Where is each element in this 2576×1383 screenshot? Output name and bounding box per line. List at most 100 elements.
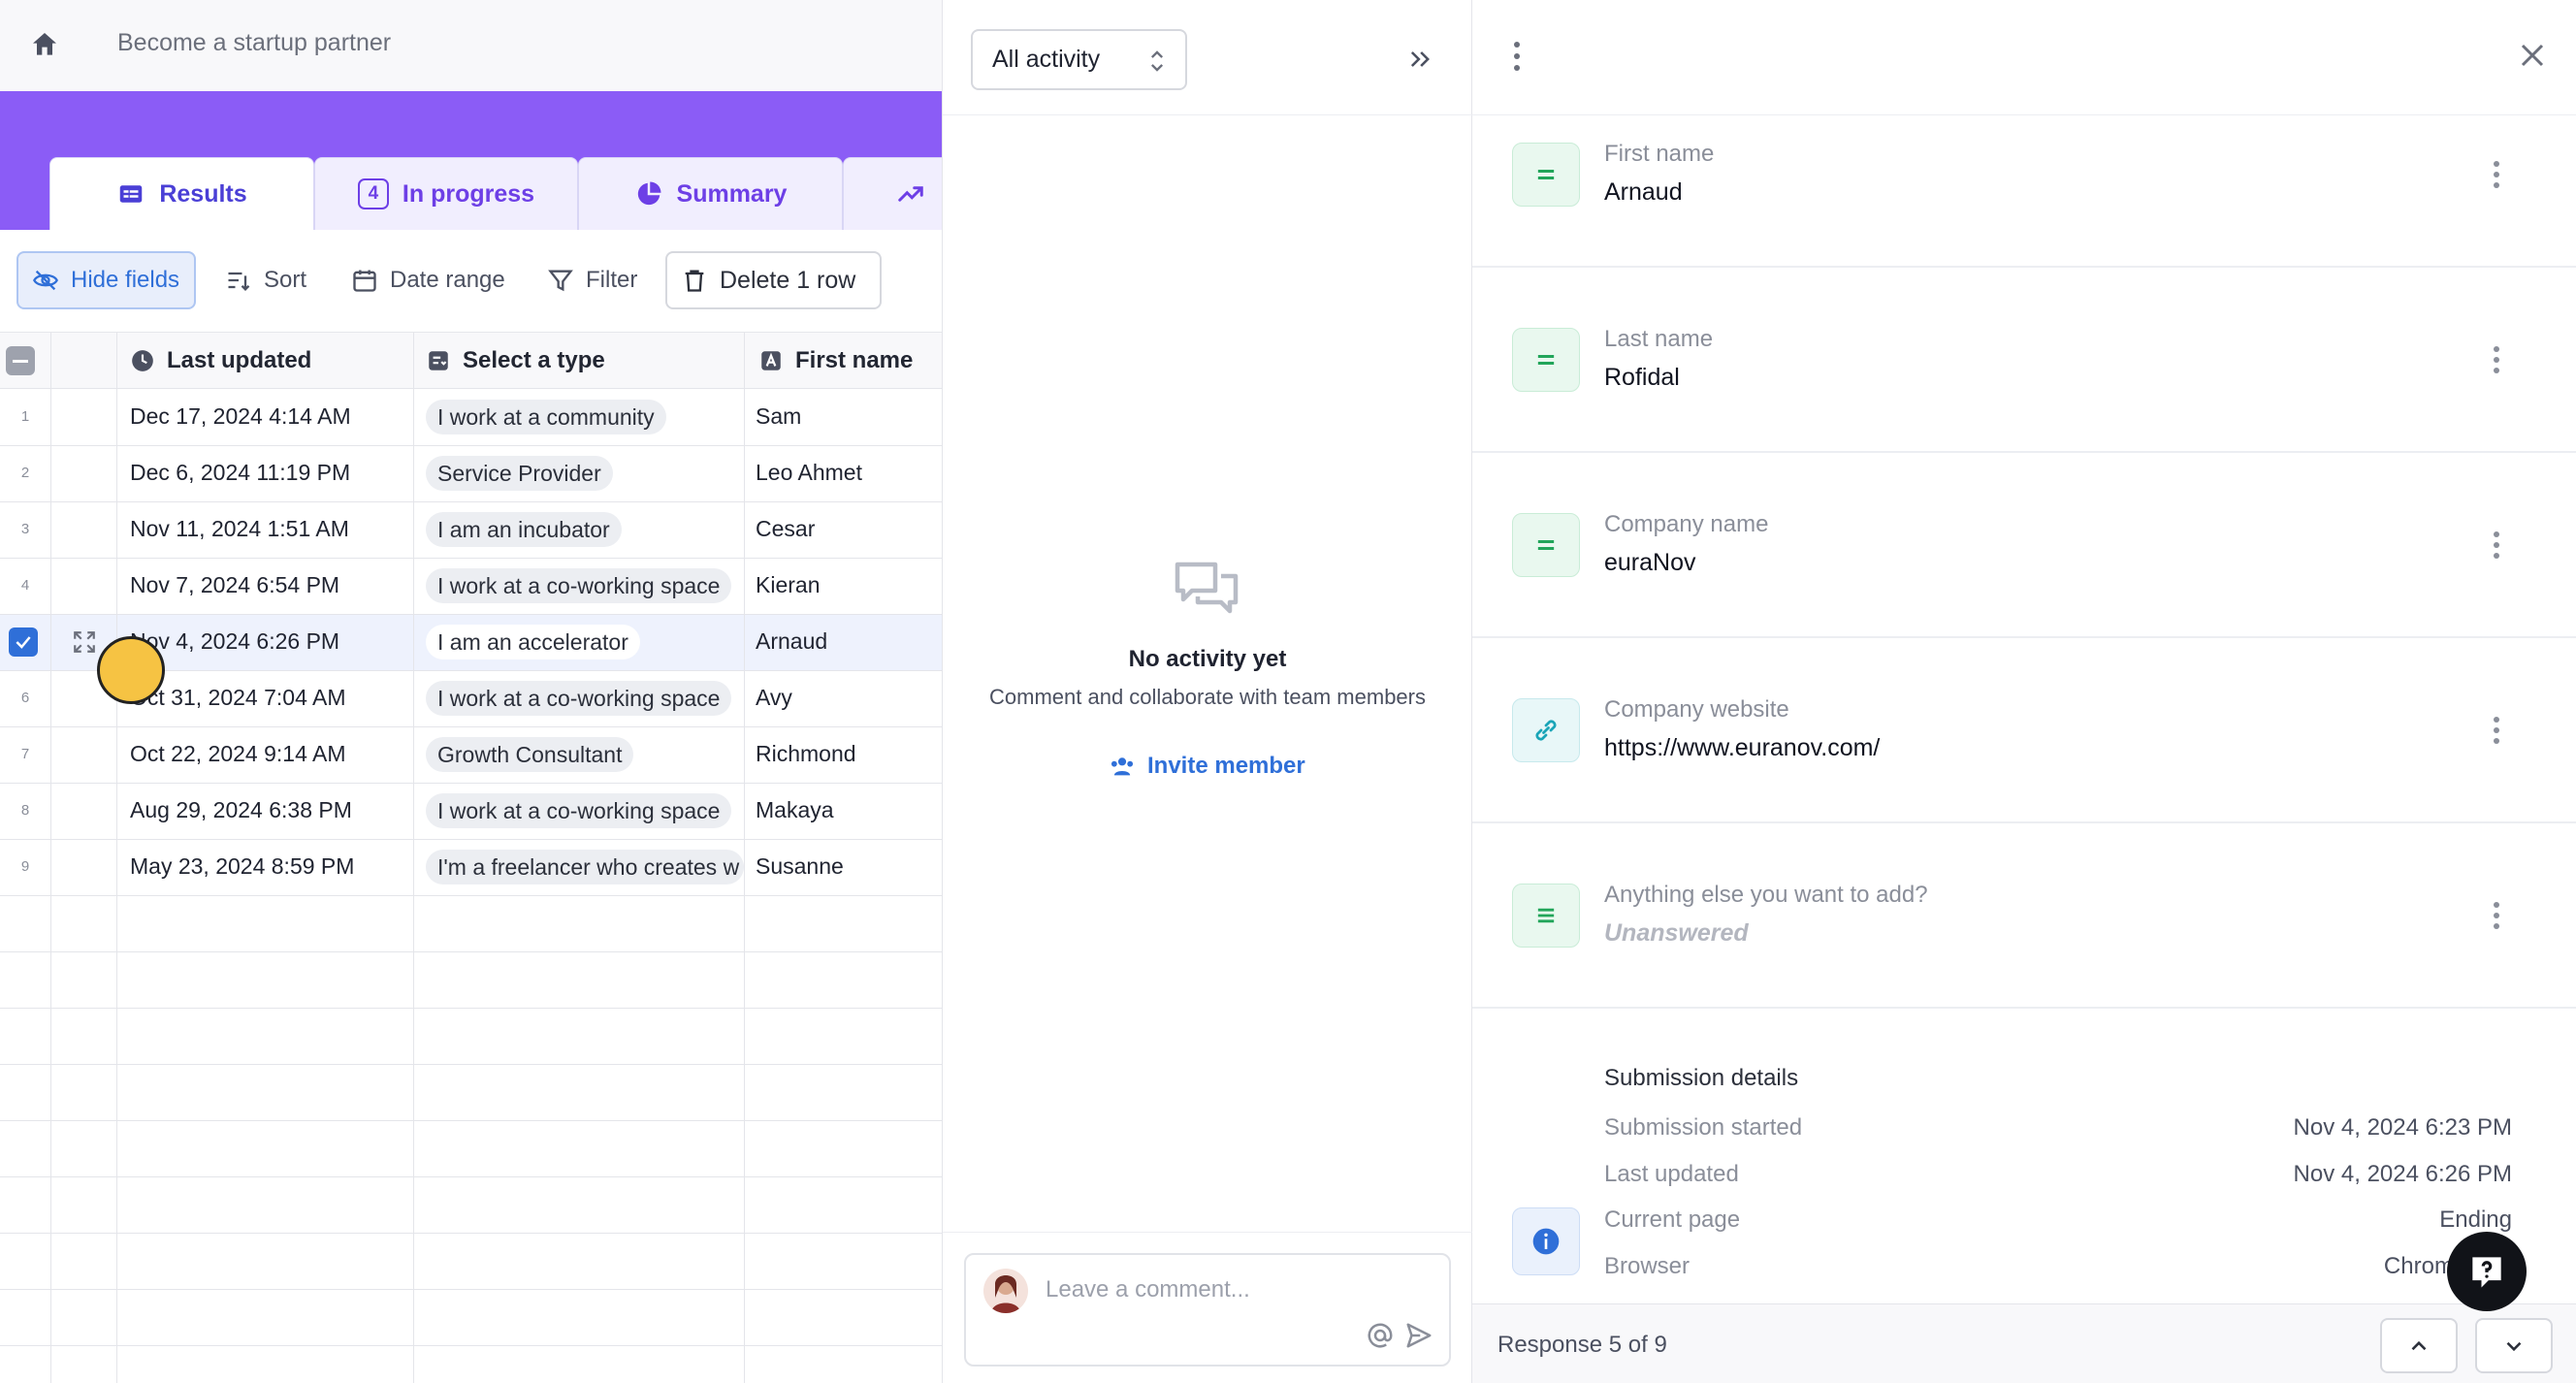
field-company-website: Company website https://www.euranov.com/ — [1472, 638, 2576, 823]
chevron-up-icon — [2411, 1340, 2427, 1350]
first-name-cell: Leo Ahmet — [756, 460, 862, 485]
filter-button[interactable]: Filter — [533, 251, 651, 309]
more-vertical-icon[interactable] — [2493, 345, 2500, 374]
table-row[interactable]: 8 Aug 29, 2024 6:38 PM I work at a co-wo… — [0, 783, 942, 839]
date-range-label: Date range — [390, 267, 505, 293]
table-row[interactable]: 4 Nov 7, 2024 6:54 PM I work at a co-wor… — [0, 558, 942, 614]
activity-filter-select[interactable]: All activity — [971, 29, 1187, 90]
column-header-label: Select a type — [463, 347, 605, 373]
expand-row-icon[interactable] — [72, 629, 97, 655]
home-icon[interactable] — [29, 29, 60, 60]
table-row[interactable]: 2 Dec 6, 2024 11:19 PM Service Provider … — [0, 445, 942, 501]
more-vertical-icon[interactable] — [2493, 160, 2500, 189]
tab-results[interactable]: Results — [49, 157, 314, 230]
hide-fields-label: Hide fields — [71, 267, 180, 293]
detail-label: Last updated — [1604, 1161, 1739, 1187]
row-number: 4 — [20, 577, 30, 594]
table-row[interactable]: 9 May 23, 2024 8:59 PM I'm a freelancer … — [0, 839, 942, 895]
type-pill: I work at a community — [426, 400, 666, 434]
link-icon — [1512, 698, 1580, 762]
tab-summary[interactable]: Summary — [578, 157, 843, 230]
last-updated-cell: Nov 11, 2024 1:51 AM — [130, 516, 349, 541]
breadcrumb[interactable]: Become a startup partner — [117, 29, 391, 57]
text-lines-icon — [1512, 884, 1580, 948]
row-number: 9 — [20, 858, 30, 875]
first-name-cell: Susanne — [756, 853, 844, 879]
top-bar: Become a startup partner — [0, 0, 942, 91]
grid-line — [0, 445, 942, 446]
divider — [943, 1232, 1472, 1233]
more-vertical-icon[interactable] — [2493, 531, 2500, 560]
activity-pane: All activity No activity yet Comment and… — [942, 0, 1472, 1383]
response-footer: Response 5 of 9 — [1472, 1303, 2576, 1383]
results-table: Last updated Select a type First name 1 … — [0, 333, 942, 1383]
equals-icon — [1512, 513, 1580, 577]
filter-label: Filter — [586, 267, 638, 293]
table-row[interactable]: 3 Nov 11, 2024 1:51 AM I am an incubator… — [0, 501, 942, 558]
results-pane: Become a startup partner Results 4 In pr… — [0, 0, 942, 1383]
users-icon — [1111, 757, 1134, 776]
field-value: Arnaud — [1604, 178, 1683, 206]
row-number: 7 — [20, 746, 30, 762]
close-icon[interactable] — [2518, 41, 2547, 70]
equals-icon — [1512, 143, 1580, 207]
column-last-updated[interactable]: Last updated — [130, 333, 311, 389]
check-icon — [16, 636, 31, 649]
count-badge: 4 — [357, 178, 389, 209]
filter-icon — [548, 270, 573, 292]
eye-off-icon — [33, 270, 58, 291]
first-name-cell: Sam — [756, 403, 802, 429]
grid-line — [0, 783, 942, 784]
type-pill: I am an accelerator — [426, 625, 640, 659]
chevrons-right-icon[interactable] — [1406, 46, 1433, 73]
table-row[interactable]: 1 Dec 17, 2024 4:14 AM I work at a commu… — [0, 389, 942, 445]
tab-insights[interactable] — [843, 157, 942, 230]
comment-input[interactable]: Leave a comment... — [1046, 1276, 1250, 1303]
grid-line — [0, 726, 942, 727]
more-vertical-icon[interactable] — [2493, 716, 2500, 745]
tab-in-progress[interactable]: 4 In progress — [314, 157, 578, 230]
row-number: 2 — [20, 465, 30, 481]
field-value-link[interactable]: https://www.euranov.com/ — [1604, 734, 1880, 762]
last-updated-cell: Nov 7, 2024 6:54 PM — [130, 572, 340, 597]
table-row[interactable]: 7 Oct 22, 2024 9:14 AM Growth Consultant… — [0, 726, 942, 783]
delete-row-button[interactable]: Delete 1 row — [665, 251, 882, 309]
column-select-type[interactable]: Select a type — [426, 333, 605, 389]
help-button[interactable] — [2447, 1232, 2527, 1311]
sort-button[interactable]: Sort — [211, 251, 320, 309]
mention-icon[interactable] — [1366, 1321, 1395, 1350]
sort-icon — [228, 272, 250, 291]
last-updated-cell: Oct 22, 2024 9:14 AM — [130, 741, 346, 766]
select-all-checkbox[interactable] — [6, 333, 35, 389]
type-pill: Growth Consultant — [426, 737, 634, 772]
table-icon — [120, 185, 143, 203]
invite-member-button[interactable]: Invite member — [1109, 753, 1305, 780]
column-header-label: First name — [795, 347, 914, 373]
grid-line — [0, 614, 942, 615]
date-range-button[interactable]: Date range — [338, 251, 519, 309]
row-checkbox[interactable] — [9, 627, 38, 657]
info-icon — [1512, 1207, 1580, 1275]
more-vertical-icon[interactable] — [1513, 41, 1521, 72]
send-icon[interactable] — [1404, 1321, 1433, 1350]
column-header-label: Last updated — [167, 347, 312, 373]
last-updated-cell: Aug 29, 2024 6:38 PM — [130, 797, 352, 822]
row-number: 6 — [20, 690, 30, 706]
column-first-name[interactable]: First name — [758, 333, 913, 389]
grid-line — [0, 1233, 942, 1234]
clock-icon — [132, 350, 153, 371]
response-counter: Response 5 of 9 — [1497, 1332, 1667, 1358]
detail-label: Current page — [1604, 1206, 1741, 1233]
more-vertical-icon[interactable] — [2493, 901, 2500, 930]
user-avatar-icon — [991, 1275, 1020, 1313]
empty-state-subtitle: Comment and collaborate with team member… — [989, 685, 1426, 709]
previous-response-button[interactable] — [2380, 1318, 2458, 1373]
field-last-name: Last name Rofidal — [1472, 268, 2576, 453]
hide-fields-button[interactable]: Hide fields — [16, 251, 196, 309]
delete-row-label: Delete 1 row — [720, 266, 856, 294]
next-response-button[interactable] — [2475, 1318, 2553, 1373]
field-label: Last name — [1604, 326, 1714, 352]
comment-box[interactable]: Leave a comment... — [964, 1253, 1451, 1367]
detail-value: Nov 4, 2024 6:26 PM — [2293, 1161, 2512, 1187]
grid-line — [0, 1008, 942, 1009]
